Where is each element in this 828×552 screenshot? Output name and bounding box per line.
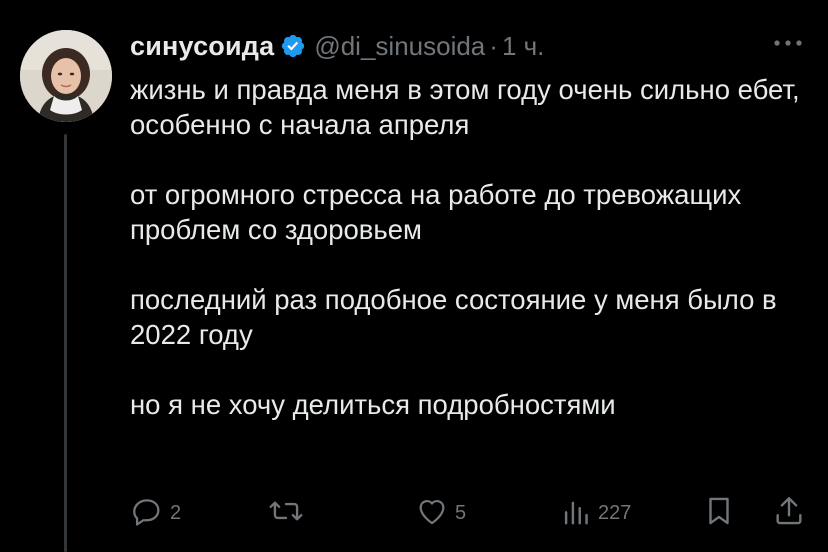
- retweet-icon: [268, 494, 304, 533]
- like-button[interactable]: 5: [415, 493, 466, 533]
- views-button[interactable]: 227: [562, 493, 631, 533]
- more-horizontal-icon[interactable]: [770, 28, 806, 58]
- avatar[interactable]: [20, 30, 112, 122]
- tweet-paragraph: последний раз подобное состояние у меня …: [130, 284, 777, 350]
- avatar-image: [20, 30, 112, 122]
- bookmark-icon: [702, 494, 736, 533]
- bookmark-button[interactable]: [702, 493, 736, 533]
- verified-badge-icon: [280, 33, 306, 59]
- tweet-paragraph: жизнь и правда меня в этом году очень си…: [130, 74, 800, 140]
- tweet-actions: 2 5 227: [130, 493, 810, 533]
- like-count: 5: [455, 501, 467, 524]
- reply-button[interactable]: 2: [130, 493, 181, 533]
- tweet-timestamp[interactable]: 1 ч.: [502, 31, 544, 62]
- tweet-paragraph: но я не хочу делиться подробностями: [130, 389, 616, 420]
- tweet-header: синусоида @di_sinusoida · 1 ч.: [130, 28, 544, 64]
- retweet-button[interactable]: [268, 493, 310, 533]
- views-count: 227: [598, 501, 632, 524]
- share-icon: [772, 494, 806, 533]
- views-chart-icon: [562, 494, 592, 533]
- author-display-name[interactable]: синусоида: [130, 31, 274, 62]
- author-handle[interactable]: @di_sinusoida: [314, 31, 485, 62]
- reply-count: 2: [170, 501, 182, 524]
- share-button[interactable]: [772, 493, 806, 533]
- meta-separator: ·: [489, 30, 498, 61]
- reply-icon: [130, 494, 164, 533]
- thread-line: [64, 134, 67, 552]
- tweet-text: жизнь и правда меня в этом году очень си…: [130, 72, 810, 422]
- heart-icon: [415, 494, 449, 533]
- tweet-paragraph: от огромного стресса на работе до тревож…: [130, 179, 742, 245]
